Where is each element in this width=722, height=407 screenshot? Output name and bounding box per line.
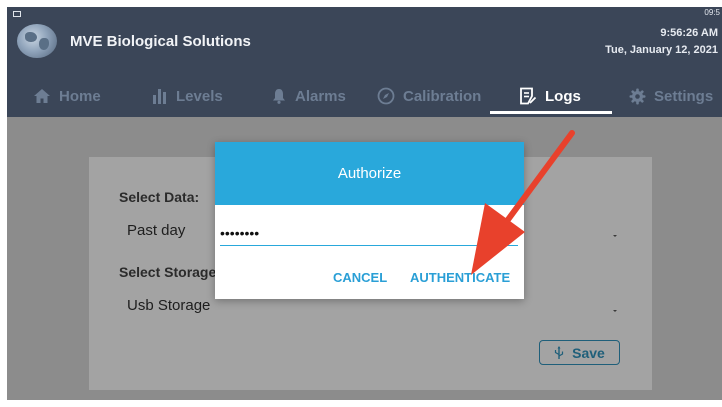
annotation-arrow bbox=[471, 130, 575, 275]
tablet-screen: 09:5 MVE Biological Solutions 9:56:26 AM… bbox=[7, 7, 722, 400]
